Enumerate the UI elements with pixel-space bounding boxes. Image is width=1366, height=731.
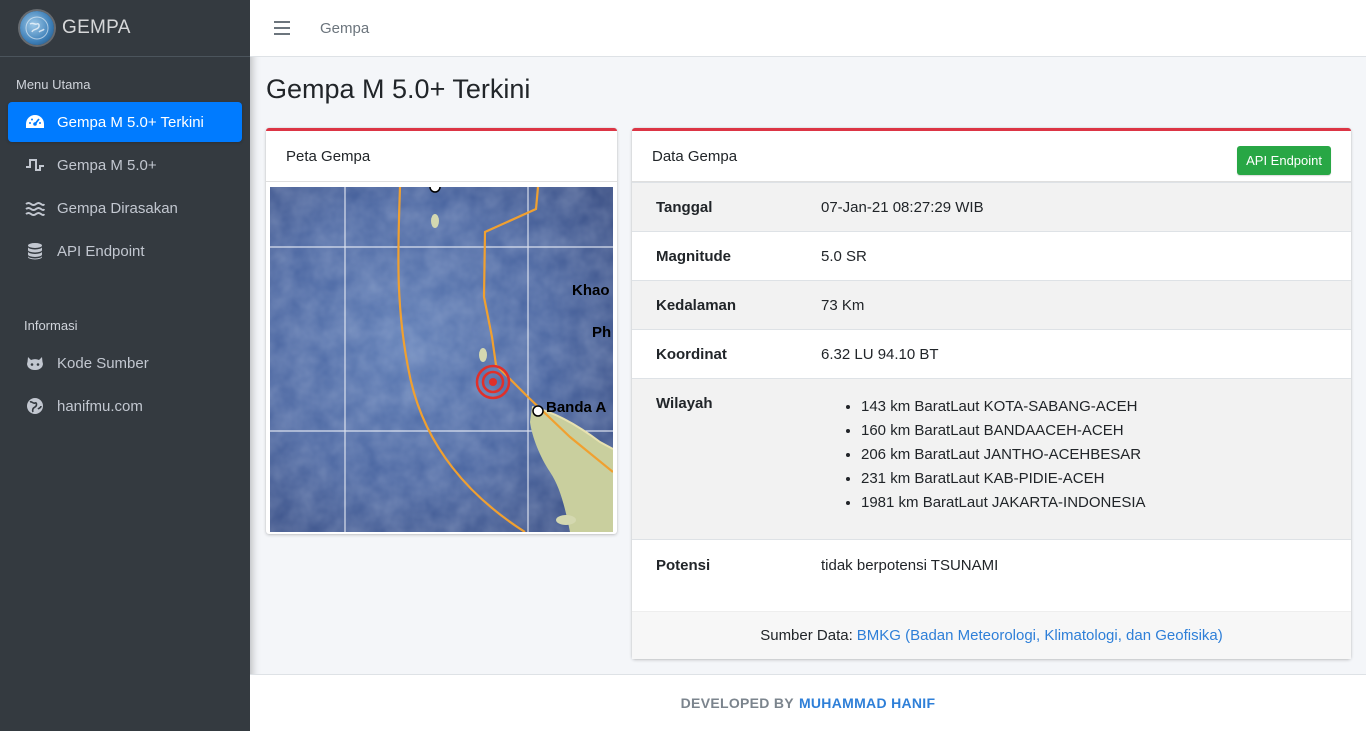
- list-item: 206 km BaratLaut JANTHO-ACEHBESAR: [861, 443, 1351, 467]
- nav-header-main: Menu Utama: [16, 77, 91, 92]
- row-label-magnitude: Magnitude: [632, 231, 821, 281]
- database-icon: [24, 242, 46, 260]
- nav-header-info: Informasi: [24, 318, 78, 333]
- list-item: 160 km BaratLaut BANDAACEH-ACEH: [861, 419, 1351, 443]
- epicenter-marker-icon: [475, 364, 511, 400]
- map-card: Peta Gempa Khao Ph Banda A: [266, 128, 617, 534]
- data-card: Data Gempa API Endpoint Tanggal 07-Jan-2…: [632, 128, 1351, 659]
- sidebar-item-label: Gempa M 5.0+: [57, 156, 157, 174]
- wilayah-list: 143 km BaratLaut KOTA-SABANG-ACEH 160 km…: [861, 395, 1351, 515]
- page-footer: DEVELOPED BY MUHAMMAD HANIF: [250, 674, 1366, 731]
- table-row: Magnitude 5.0 SR: [632, 231, 1351, 281]
- row-label-wilayah: Wilayah: [632, 378, 821, 540]
- row-value-wilayah: 143 km BaratLaut KOTA-SABANG-ACEH 160 km…: [821, 378, 1351, 540]
- brand[interactable]: GEMPA: [0, 0, 250, 57]
- api-endpoint-button[interactable]: API Endpoint: [1237, 146, 1331, 175]
- sidebar-item-gempa-m5[interactable]: Gempa M 5.0+: [8, 145, 242, 185]
- table-row: Tanggal 07-Jan-21 08:27:29 WIB: [632, 182, 1351, 232]
- data-card-header: Data Gempa API Endpoint: [632, 131, 1351, 182]
- sidebar-item-gempa-dirasakan[interactable]: Gempa Dirasakan: [8, 188, 242, 228]
- svg-text:Khao: Khao: [572, 282, 610, 299]
- svg-text:Banda A: Banda A: [546, 399, 606, 416]
- row-label-koordinat: Koordinat: [632, 329, 821, 379]
- map-card-title: Peta Gempa: [286, 147, 371, 165]
- sidebar-item-label: API Endpoint: [57, 242, 145, 260]
- row-label-potensi: Potensi: [632, 539, 821, 604]
- table-row: Koordinat 6.32 LU 94.10 BT: [632, 329, 1351, 379]
- row-value-magnitude: 5.0 SR: [821, 231, 1351, 281]
- source-prefix: Sumber Data:: [760, 627, 853, 644]
- water-waves-icon: [24, 199, 46, 217]
- brand-name: GEMPA: [62, 17, 131, 38]
- globe-icon: [24, 397, 46, 415]
- table-row: Wilayah 143 km BaratLaut KOTA-SABANG-ACE…: [632, 378, 1351, 540]
- wave-pulse-icon: [24, 156, 46, 174]
- svg-text:Ph: Ph: [592, 324, 611, 341]
- data-card-footer: Sumber Data: BMKG (Badan Meteorologi, Kl…: [632, 611, 1351, 659]
- row-value-potensi: tidak berpotensi TSUNAMI: [821, 539, 1351, 604]
- sidebar-item-label: Gempa M 5.0+ Terkini: [57, 113, 204, 131]
- sidebar-item-hanifmu[interactable]: hanifmu.com: [8, 386, 242, 426]
- row-label-kedalaman: Kedalaman: [632, 280, 821, 330]
- sidebar-item-label: Kode Sumber: [57, 354, 149, 372]
- list-item: 143 km BaratLaut KOTA-SABANG-ACEH: [861, 395, 1351, 419]
- sidebar-item-gempa-terkini[interactable]: Gempa M 5.0+ Terkini: [8, 102, 242, 142]
- table-row: Potensi tidak berpotensi TSUNAMI: [632, 539, 1351, 604]
- footer-prefix: DEVELOPED BY: [680, 695, 794, 711]
- sidebar-item-label: hanifmu.com: [57, 397, 143, 415]
- github-icon: [24, 354, 46, 372]
- list-item: 231 km BaratLaut KAB-PIDIE-ACEH: [861, 467, 1351, 491]
- row-value-kedalaman: 73 Km: [821, 280, 1351, 330]
- sidebar: GEMPA Menu Utama Gempa M 5.0+ Terkini Ge…: [0, 0, 250, 731]
- row-value-koordinat: 6.32 LU 94.10 BT: [821, 329, 1351, 379]
- brand-logo-globe-icon: [20, 11, 54, 45]
- table-row: Kedalaman 73 Km: [632, 280, 1351, 330]
- sidebar-item-api-endpoint[interactable]: API Endpoint: [8, 231, 242, 271]
- topbar-link-gempa[interactable]: Gempa: [320, 20, 369, 37]
- dashboard-icon: [24, 113, 46, 131]
- bmkg-source-link[interactable]: BMKG (Badan Meteorologi, Klimatologi, da…: [857, 627, 1223, 644]
- sidebar-item-kode-sumber[interactable]: Kode Sumber: [8, 343, 242, 383]
- hamburger-menu-icon[interactable]: [274, 21, 290, 35]
- row-value-tanggal: 07-Jan-21 08:27:29 WIB: [821, 182, 1351, 232]
- earthquake-map[interactable]: Khao Ph Banda A: [270, 187, 613, 532]
- map-card-header: Peta Gempa: [266, 131, 617, 182]
- list-item: 1981 km BaratLaut JAKARTA-INDONESIA: [861, 491, 1351, 515]
- topbar: Gempa: [250, 0, 1366, 57]
- footer-author-link[interactable]: MUHAMMAD HANIF: [799, 695, 935, 711]
- data-card-title: Data Gempa: [652, 147, 738, 165]
- earthquake-data-table: Tanggal 07-Jan-21 08:27:29 WIB Magnitude…: [632, 182, 1351, 604]
- sidebar-item-label: Gempa Dirasakan: [57, 199, 178, 217]
- row-label-tanggal: Tanggal: [632, 182, 821, 232]
- page-title: Gempa M 5.0+ Terkini: [266, 74, 531, 104]
